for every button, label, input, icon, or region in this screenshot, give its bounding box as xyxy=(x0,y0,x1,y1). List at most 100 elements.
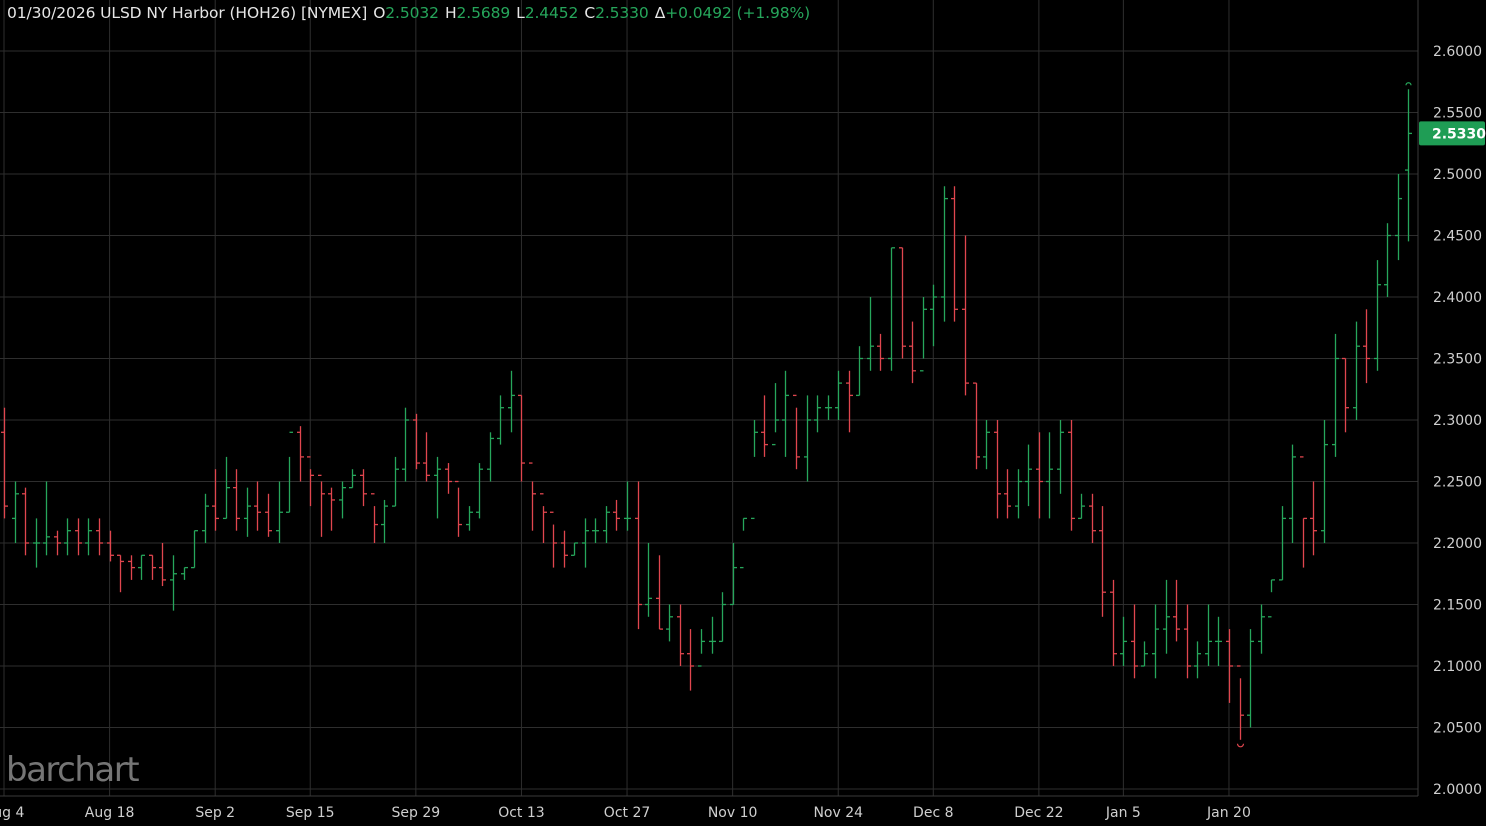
ohlc-bar xyxy=(43,481,50,556)
ohlc-bar xyxy=(96,518,103,556)
quote-title: 01/30/2026 ULSD NY Harbor (HOH26) [NYMEX… xyxy=(7,4,368,22)
price-tick-label: 2.5000 xyxy=(1433,167,1482,183)
ohlc-bar xyxy=(867,297,874,371)
ohlc-bar xyxy=(381,499,388,543)
ohlc-bar xyxy=(656,555,663,630)
ohlc-bar xyxy=(339,481,346,519)
ohlc-bar xyxy=(645,543,652,617)
ohlc-bar xyxy=(159,543,166,587)
date-tick-label: Oct 13 xyxy=(498,805,544,821)
ohlc-bar xyxy=(561,530,568,568)
quote-header: 01/30/2026 ULSD NY Harbor (HOH26) [NYMEX… xyxy=(7,4,810,22)
ohlc-bar xyxy=(12,481,19,543)
ohlc-bar xyxy=(170,555,177,611)
ohlc-bar xyxy=(64,518,71,556)
ohlc-bar xyxy=(191,530,198,569)
ohlc-bar xyxy=(1300,456,1307,568)
ohlc-bar xyxy=(1099,506,1106,617)
price-axis[interactable]: 2.6000 2.5500 2.5000 2.4500 2.4000 2.3500 2.30… xyxy=(1417,0,1482,798)
ohlc-bar xyxy=(846,370,853,433)
ohlc-bar xyxy=(1374,260,1381,371)
price-tick-label: 2.5500 xyxy=(1433,106,1482,122)
ohlc-bar xyxy=(603,506,610,543)
ohlc-bar xyxy=(804,395,811,482)
ohlc-bar xyxy=(1395,174,1402,261)
ohlc-bar xyxy=(434,456,441,519)
date-tick-label: Aug 4 xyxy=(0,805,24,821)
ohlc-bar xyxy=(212,469,219,531)
price-chart[interactable]: 2.6000 2.5500 2.5000 2.4500 2.4000 2.3500 2.30… xyxy=(0,0,1486,826)
ohlc-bar xyxy=(1110,579,1117,666)
date-tick-label: Nov 24 xyxy=(813,805,863,821)
ohlc-bar xyxy=(951,186,958,322)
ohlc-bar xyxy=(1184,604,1191,679)
last-price-badge-label: 2.5330 xyxy=(1432,126,1486,142)
ohlc-bar xyxy=(666,604,673,642)
ohlc-bar xyxy=(698,629,705,667)
price-tick-label: 2.3500 xyxy=(1433,352,1482,368)
price-tick-label: 2.4000 xyxy=(1433,290,1482,306)
ohlc-bar xyxy=(877,333,884,371)
ohlc-bar xyxy=(297,426,304,482)
ohlc-bar xyxy=(1141,641,1148,667)
price-tick-label: 2.2500 xyxy=(1433,475,1482,491)
ohlc-bar xyxy=(571,542,578,556)
ohlc-bar xyxy=(973,382,980,470)
ohlc-bar xyxy=(244,487,251,537)
ohlc-bar xyxy=(909,321,916,384)
ohlc-bar xyxy=(1310,481,1317,556)
price-tick-label: 2.6000 xyxy=(1433,44,1482,60)
close-label: C xyxy=(584,4,596,22)
ohlc-bar xyxy=(223,456,230,520)
ohlc-bar xyxy=(941,186,948,322)
ohlc-bar xyxy=(117,554,124,593)
date-tick-label: Jan 20 xyxy=(1206,805,1251,821)
date-axis[interactable]: Aug 4 Aug 18 Sep 2 Sep 15 Sep 29 Oct 13 Oct 27… xyxy=(0,795,1418,821)
ohlc-bar xyxy=(1036,432,1043,519)
ohlc-bar xyxy=(1268,579,1275,618)
change-value: +0.0492 (+1.98%) xyxy=(665,4,811,22)
ohlc-bar xyxy=(540,493,547,543)
ohlc-bar xyxy=(181,566,188,580)
ohlc-bar xyxy=(318,474,325,537)
ohlc-bar xyxy=(138,554,145,580)
high-label: H xyxy=(444,4,457,22)
ohlc-bar xyxy=(202,493,209,543)
date-tick-label: Nov 10 xyxy=(708,805,758,821)
ohlc-bar xyxy=(349,469,356,489)
ohlc-bar xyxy=(360,469,367,507)
ohlc-bar xyxy=(423,432,430,482)
ohlc-bar xyxy=(328,487,335,531)
chart-grid xyxy=(0,0,1418,796)
ohlc-bar xyxy=(402,407,409,482)
ohlc-bar xyxy=(371,493,378,543)
ohlc-bar xyxy=(85,518,92,556)
ohlc-bar xyxy=(782,370,789,457)
ohlc-bar xyxy=(1152,604,1159,679)
ohlc-bar xyxy=(254,481,261,531)
price-tick-label: 2.4500 xyxy=(1433,229,1482,245)
ohlc-bar xyxy=(772,383,779,446)
ohlc-bar xyxy=(1131,604,1138,679)
ohlc-bar xyxy=(1025,444,1032,507)
ohlc-bar xyxy=(22,487,29,556)
ohlc-bar xyxy=(445,463,452,494)
ohlc-bar xyxy=(624,481,631,531)
ohlc-bar xyxy=(550,511,557,568)
ohlc-bar xyxy=(920,297,927,372)
ohlc-bars xyxy=(1,82,1412,748)
price-tick-label: 2.0500 xyxy=(1433,721,1482,737)
ohlc-bar xyxy=(286,431,293,513)
ohlc-bar xyxy=(1332,333,1339,457)
ohlc-bar xyxy=(930,284,937,347)
date-tick-label: Aug 18 xyxy=(85,805,135,821)
ohlc-bar xyxy=(529,462,536,531)
open-label: O xyxy=(373,4,386,22)
price-tick-label: 2.1500 xyxy=(1433,598,1482,614)
close-value: 2.5330 xyxy=(595,4,649,22)
ohlc-bar xyxy=(149,554,156,580)
ohlc-bar xyxy=(635,481,642,630)
ohlc-bar xyxy=(856,346,863,397)
ohlc-bar xyxy=(107,530,114,562)
ohlc-bar xyxy=(814,395,821,433)
